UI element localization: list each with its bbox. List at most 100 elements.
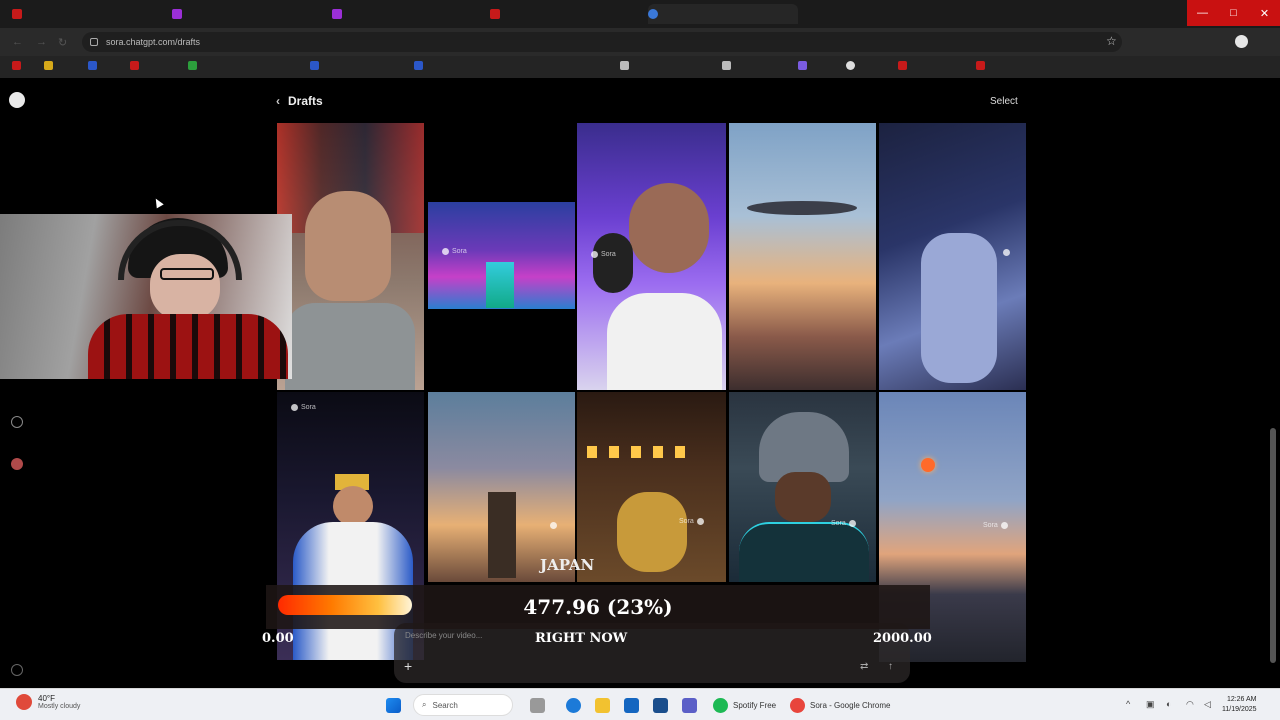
bookmark-item[interactable]	[130, 61, 139, 70]
draft-tile-1[interactable]	[277, 123, 424, 390]
taskbar-app[interactable]	[595, 696, 610, 714]
bookmark-item[interactable]	[414, 61, 423, 70]
spotify-icon	[713, 697, 728, 713]
sora-icon	[442, 248, 449, 255]
draft-tile-7[interactable]	[428, 392, 575, 582]
goal-min-label: 0.00	[262, 631, 294, 646]
bookmark-star-icon[interactable]: ☆	[1106, 34, 1117, 48]
address-bar[interactable]: sora.chatgpt.com/drafts	[82, 32, 1122, 52]
back-icon[interactable]: ←	[12, 36, 23, 48]
forward-icon[interactable]: →	[36, 36, 47, 48]
windows-taskbar: 40°F Mostly cloudy ⌕ Search Spotify Free…	[0, 688, 1280, 720]
taskbar-app[interactable]	[653, 696, 668, 714]
draft-tile-8[interactable]: Sora	[577, 392, 726, 582]
headphones	[118, 220, 242, 280]
chevron-left-icon[interactable]: ‹	[276, 94, 280, 108]
draft-tile-4[interactable]	[729, 123, 876, 390]
bookmark-item[interactable]	[188, 61, 197, 70]
sora-watermark: Sora	[442, 248, 467, 255]
browser-tab[interactable]	[12, 4, 162, 24]
weather-widget[interactable]: 40°F Mostly cloudy	[16, 694, 80, 710]
mouse-cursor	[152, 196, 164, 209]
page-scrollbar[interactable]	[1270, 428, 1276, 663]
tray-chevron-icon[interactable]: ^	[1126, 699, 1130, 709]
bookmark-item[interactable]	[798, 61, 807, 70]
start-button[interactable]	[386, 696, 401, 714]
taskbar-app[interactable]	[624, 696, 639, 714]
browser-tab-active[interactable]	[648, 4, 798, 24]
profile-avatar-icon[interactable]	[11, 458, 23, 470]
bookmark-icon	[44, 61, 53, 70]
site-info-icon[interactable]	[90, 38, 98, 46]
bookmark-item[interactable]	[898, 61, 907, 70]
taskbar-search[interactable]: ⌕ Search	[413, 694, 513, 716]
bookmark-item[interactable]	[44, 61, 53, 70]
bookmark-icon	[798, 61, 807, 70]
sora-icon	[291, 404, 298, 411]
maximize-button[interactable]: □	[1218, 0, 1249, 26]
golden-skull	[617, 492, 687, 572]
settings-icon[interactable]	[11, 664, 23, 676]
draft-tile-3[interactable]: Sora	[577, 123, 726, 390]
close-button[interactable]: ✕	[1249, 0, 1280, 26]
bookmark-icon	[310, 61, 319, 70]
prompt-input[interactable]: Describe your video...	[405, 631, 482, 640]
bookmark-icon	[898, 61, 907, 70]
fireball	[921, 458, 935, 472]
person-face	[775, 472, 831, 522]
reload-icon[interactable]: ↻	[58, 36, 67, 49]
sora-icon	[848, 520, 856, 527]
search-icon: ⌕	[422, 700, 427, 709]
bookmark-item[interactable]	[846, 61, 855, 70]
video-thumbnail	[486, 262, 514, 308]
sora-watermark: Sora	[291, 404, 316, 411]
sora-logo-icon[interactable]	[9, 92, 25, 108]
bookmark-icon	[846, 61, 855, 70]
browser-tab[interactable]	[490, 4, 640, 24]
microphone-icon	[593, 233, 633, 293]
minimize-button[interactable]: —	[1187, 0, 1218, 26]
goal-value: 477.96 (23%)	[523, 595, 673, 619]
wifi-icon[interactable]: ◠	[1186, 699, 1194, 710]
taskbar-app-spotify[interactable]: Spotify Free	[713, 696, 776, 714]
bookmark-icon	[88, 61, 97, 70]
streamer-shirt	[88, 314, 288, 379]
browser-tab[interactable]	[172, 4, 322, 24]
system-clock[interactable]: 12:26 AM 11/19/2025	[1222, 695, 1257, 715]
sora-page: ‹ Drafts Select Sora Sora Sora Sora Sora…	[0, 78, 1280, 688]
send-icon[interactable]: ↑	[888, 661, 893, 672]
bookmark-item[interactable]	[620, 61, 629, 70]
bookmark-icon	[414, 61, 423, 70]
chrome-icon	[790, 697, 805, 713]
draft-tile-2[interactable]: Sora	[428, 202, 575, 309]
bookmark-icon	[12, 61, 21, 70]
draft-tile-9[interactable]: Sora	[729, 392, 876, 582]
select-button[interactable]: Select	[990, 96, 1018, 107]
tray-app-icon[interactable]: ▣	[1146, 699, 1155, 710]
volume-icon[interactable]: ◁	[1204, 699, 1211, 710]
bookmark-item[interactable]	[88, 61, 97, 70]
taskbar-app[interactable]	[682, 696, 697, 714]
browser-tab[interactable]	[332, 4, 482, 24]
bookmark-item[interactable]	[310, 61, 319, 70]
draft-tile-5[interactable]	[879, 123, 1026, 390]
tray-app-icon[interactable]: ◐	[1166, 699, 1171, 709]
bokeh-lights	[587, 446, 697, 458]
drafts-header: ‹ Drafts	[276, 94, 323, 108]
bookmark-item[interactable]	[12, 61, 21, 70]
glowing-figure	[488, 492, 516, 578]
url-text: sora.chatgpt.com/drafts	[106, 37, 201, 47]
profile-avatar[interactable]	[1235, 35, 1248, 48]
notifications-icon[interactable]	[11, 416, 23, 428]
settings-sliders-icon[interactable]: ⇄	[860, 661, 868, 672]
person-shirt	[285, 303, 415, 390]
goal-center-label: RIGHT NOW	[535, 631, 628, 646]
taskbar-app[interactable]	[530, 696, 545, 714]
armor	[739, 522, 869, 582]
twitch-icon	[172, 9, 182, 19]
taskbar-app[interactable]	[566, 696, 581, 714]
add-button[interactable]: +	[404, 658, 412, 674]
bookmark-item[interactable]	[976, 61, 985, 70]
bookmark-item[interactable]	[722, 61, 731, 70]
taskbar-app-chrome[interactable]: Sora - Google Chrome	[790, 696, 890, 714]
